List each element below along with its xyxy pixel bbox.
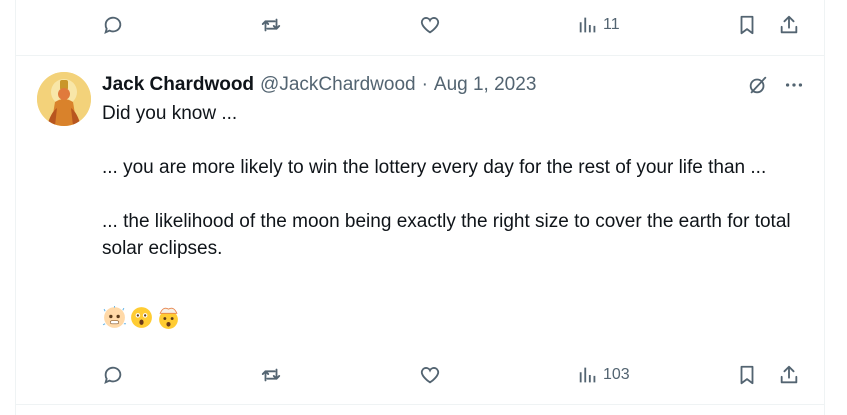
tweet-line: ... the likelihood of the moon being exa… [102, 211, 791, 259]
emoji-row [102, 305, 802, 330]
tweet-line: Did you know ... [102, 103, 238, 124]
cold-face-icon [102, 305, 127, 330]
tweet-text: Did you know ... ... you are more likely… [102, 100, 802, 330]
bookmark-button[interactable] [736, 363, 758, 387]
like-button[interactable] [419, 363, 441, 387]
heart-icon [419, 364, 441, 386]
reply-button[interactable] [102, 13, 124, 37]
tweet-top-icons [733, 74, 805, 96]
retweet-button[interactable] [260, 13, 282, 37]
like-button[interactable] [419, 13, 441, 37]
tweet-line: ... you are more likely to win the lotte… [102, 157, 767, 178]
reply-icon [102, 364, 124, 386]
separator-dot: · [421, 74, 428, 95]
bookmark-button[interactable] [736, 13, 758, 37]
astonished-face-icon [129, 305, 154, 330]
views-count: 103 [603, 366, 630, 383]
retweet-button[interactable] [260, 363, 282, 387]
author-name[interactable]: Jack Chardwood [102, 74, 254, 96]
exploding-head-icon [156, 305, 181, 330]
share-button[interactable] [778, 13, 800, 37]
author-handle[interactable]: @JackChardwood [260, 74, 416, 96]
views-count: 11 [603, 16, 620, 33]
divider [15, 404, 825, 405]
analytics-icon [577, 364, 599, 386]
tweet[interactable]: Jack Chardwood @JackChardwood · Aug 1, 2… [15, 56, 825, 404]
tweet-actions: 103 [102, 363, 802, 387]
bookmark-icon [736, 364, 758, 386]
share-button[interactable] [778, 363, 800, 387]
reply-button[interactable] [102, 363, 124, 387]
views-button[interactable]: 103 [577, 363, 630, 387]
heart-icon [419, 14, 441, 36]
more-options-icon[interactable] [783, 74, 805, 96]
tweet-header: Jack Chardwood @JackChardwood · Aug 1, 2… [102, 72, 536, 98]
bookmark-icon [736, 14, 758, 36]
retweet-icon [260, 14, 282, 36]
retweet-icon [260, 364, 282, 386]
share-icon [778, 14, 800, 36]
tweet-date[interactable]: Aug 1, 2023 [434, 74, 536, 96]
grok-icon[interactable] [747, 74, 769, 96]
share-icon [778, 364, 800, 386]
avatar[interactable] [37, 72, 91, 126]
views-button[interactable]: 11 [577, 13, 620, 37]
previous-tweet-actions: 11 [102, 13, 802, 37]
analytics-icon [577, 14, 599, 36]
reply-icon [102, 14, 124, 36]
